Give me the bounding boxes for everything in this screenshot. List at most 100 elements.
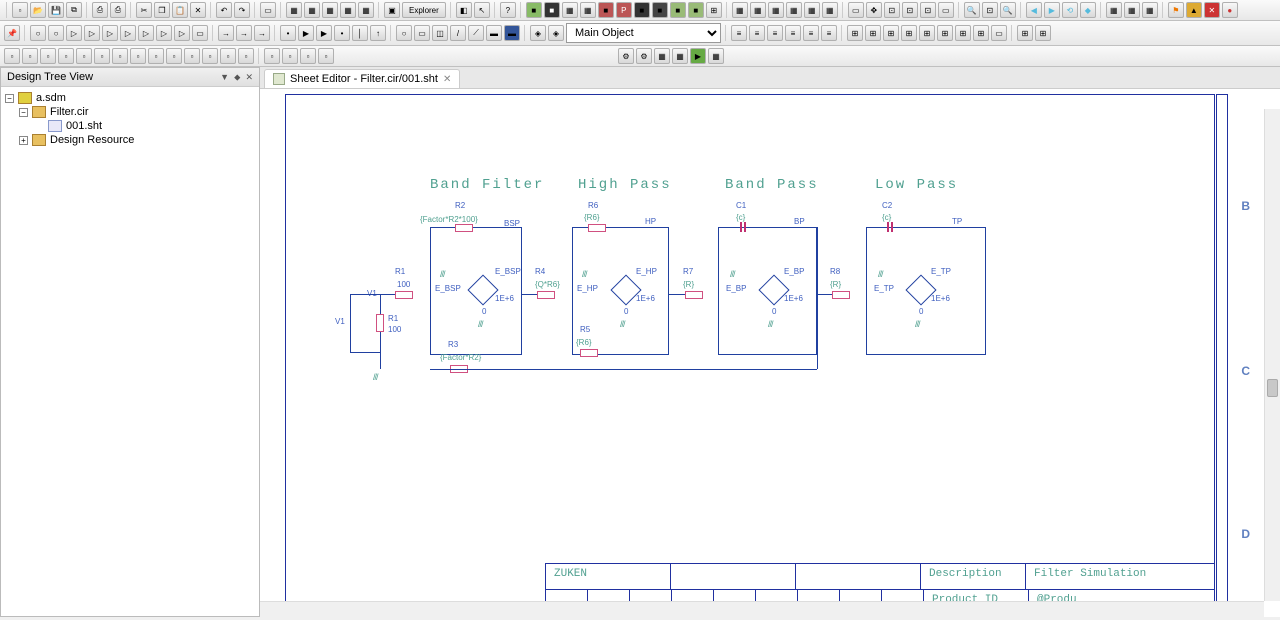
shape-9-icon[interactable]: ▷ [174,25,190,41]
nav-end-icon[interactable]: ◆ [1080,2,1096,18]
conn-5-icon[interactable]: ⟋ [468,25,484,41]
sim-4-icon[interactable]: ▦ [672,48,688,64]
shape-8-icon[interactable]: ▷ [156,25,172,41]
scrollbar-horizontal[interactable] [260,601,1264,617]
dist-3-icon[interactable]: ⊞ [883,25,899,41]
e9-icon[interactable]: ▫ [148,48,164,64]
win-1-icon[interactable]: ▭ [848,2,864,18]
dist-1-icon[interactable]: ⊞ [847,25,863,41]
explorer-icon[interactable]: ▣ [384,2,400,18]
dot-2-icon[interactable]: • [334,25,350,41]
conn-2-icon[interactable]: ▭ [414,25,430,41]
dot-1-icon[interactable]: • [280,25,296,41]
flag-icon[interactable]: ⚑ [1168,2,1184,18]
window-icon[interactable]: ▭ [260,2,276,18]
tree-sheet-node[interactable]: 001.sht [33,119,255,133]
conn-4-icon[interactable]: / [450,25,466,41]
tree-resource-node[interactable]: + Design Resource [19,133,255,147]
arr-2-icon[interactable]: → [236,25,252,41]
open-file-icon[interactable]: 📂 [30,2,46,18]
dist-4-icon[interactable]: ⊞ [901,25,917,41]
tool-j-icon[interactable]: ■ [688,2,704,18]
shape-1-icon[interactable]: ○ [30,25,46,41]
view-2-icon[interactable]: ▦ [304,2,320,18]
nav-left-icon[interactable]: ◀ [1026,2,1042,18]
tree-expand-icon[interactable]: + [19,136,28,145]
tool-h-icon[interactable]: ■ [652,2,668,18]
tool-f-icon[interactable]: P [616,2,632,18]
copy-icon[interactable]: ❐ [154,2,170,18]
dist-8-icon[interactable]: ⊞ [973,25,989,41]
help-icon[interactable]: ? [500,2,516,18]
shape-4-icon[interactable]: ▷ [84,25,100,41]
win-3-icon[interactable]: ⊡ [884,2,900,18]
new-file-icon[interactable]: ▫ [12,2,28,18]
stop-icon[interactable]: ● [1222,2,1238,18]
tree-collapse-icon[interactable]: − [5,94,14,103]
tool-d-icon[interactable]: ▦ [580,2,596,18]
tag-1-icon[interactable]: ◈ [530,25,546,41]
tool-l-icon[interactable]: ▦ [732,2,748,18]
align-3-icon[interactable]: ≡ [767,25,783,41]
conn-6-icon[interactable]: ▬ [486,25,502,41]
grid-1-icon[interactable]: ⊞ [1017,25,1033,41]
conn-1-icon[interactable]: ○ [396,25,412,41]
zoom-out-icon[interactable]: 🔍 [1000,2,1016,18]
e5-icon[interactable]: ▫ [76,48,92,64]
tool-n-icon[interactable]: ▦ [768,2,784,18]
align-5-icon[interactable]: ≡ [803,25,819,41]
e17-icon[interactable]: ▫ [300,48,316,64]
tool-c-icon[interactable]: ▦ [562,2,578,18]
tool-m-icon[interactable]: ▦ [750,2,766,18]
win-5-icon[interactable]: ⊡ [920,2,936,18]
tree-close-icon[interactable]: ✕ [245,72,253,82]
err-icon[interactable]: ✕ [1204,2,1220,18]
win-4-icon[interactable]: ⊡ [902,2,918,18]
pin-icon[interactable]: 📌 [4,25,20,41]
save-all-icon[interactable]: ⧉ [66,2,82,18]
print-preview-icon[interactable]: ⎙ [110,2,126,18]
cut-icon[interactable]: ✂ [136,2,152,18]
object-selector[interactable]: Main Object [566,23,721,43]
view-3-icon[interactable]: ▦ [322,2,338,18]
nav-home-icon[interactable]: ⟲ [1062,2,1078,18]
arr-1-icon[interactable]: → [218,25,234,41]
misc-1-icon[interactable]: ▦ [1106,2,1122,18]
arr-3-icon[interactable]: → [254,25,270,41]
align-6-icon[interactable]: ≡ [821,25,837,41]
scrollbar-vertical[interactable] [1264,109,1280,601]
tool-p-icon[interactable]: ▦ [804,2,820,18]
cursor-icon[interactable]: ↖ [474,2,490,18]
tree-root-node[interactable]: − a.sdm [5,91,255,105]
dist-2-icon[interactable]: ⊞ [865,25,881,41]
tool-b-icon[interactable]: ■ [544,2,560,18]
e1-icon[interactable]: ▫ [4,48,20,64]
redo-icon[interactable]: ↷ [234,2,250,18]
conn-7-icon[interactable]: ▬ [504,25,520,41]
e6-icon[interactable]: ▫ [94,48,110,64]
misc-3-icon[interactable]: ▦ [1142,2,1158,18]
dist-7-icon[interactable]: ⊞ [955,25,971,41]
delete-icon[interactable]: ✕ [190,2,206,18]
shape-10-icon[interactable]: ▭ [192,25,208,41]
e4-icon[interactable]: ▫ [58,48,74,64]
align-1-icon[interactable]: ≡ [731,25,747,41]
e3-icon[interactable]: ▫ [40,48,56,64]
tag-2-icon[interactable]: ◈ [548,25,564,41]
zoom-in-icon[interactable]: 🔍 [964,2,980,18]
e11-icon[interactable]: ▫ [184,48,200,64]
view-5-icon[interactable]: ▦ [358,2,374,18]
explorer-button[interactable]: Explorer [402,2,446,18]
sheet-tab[interactable]: Sheet Editor - Filter.cir/001.sht ✕ [264,69,460,88]
tool-a-icon[interactable]: ■ [526,2,542,18]
paste-icon[interactable]: 📋 [172,2,188,18]
play-2-icon[interactable]: ▶ [316,25,332,41]
line-v-icon[interactable]: │ [352,25,368,41]
view-1-icon[interactable]: ▦ [286,2,302,18]
dist-6-icon[interactable]: ⊞ [937,25,953,41]
e2-icon[interactable]: ▫ [22,48,38,64]
e16-icon[interactable]: ▫ [282,48,298,64]
tree-collapse-icon[interactable]: − [19,108,28,117]
sim-2-icon[interactable]: ⚙ [636,48,652,64]
sim-3-icon[interactable]: ▦ [654,48,670,64]
